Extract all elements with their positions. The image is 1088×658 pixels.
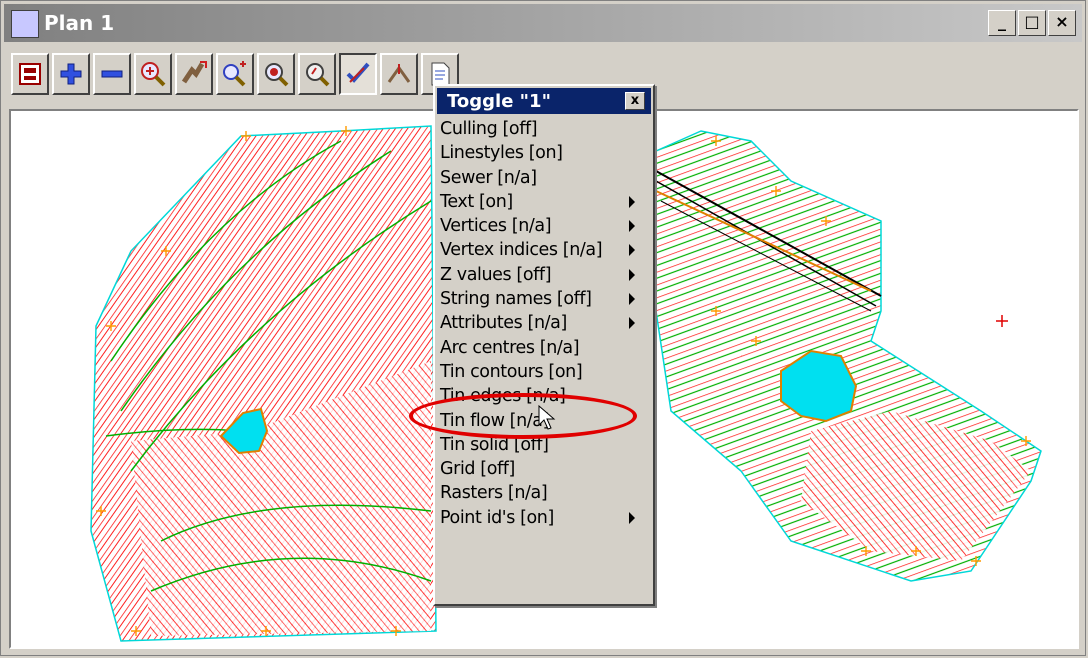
toggle-menu-item[interactable]: Tin contours [on] [437, 360, 651, 384]
toggle-menu-item[interactable]: Linestyles [on] [437, 141, 651, 165]
minimize-button[interactable]: _ [988, 10, 1016, 36]
toggle-menu-item[interactable]: Point id's [on] [437, 506, 651, 530]
mouse-cursor-icon [538, 405, 556, 430]
submenu-arrow-icon [629, 195, 635, 208]
zoom-window-button[interactable] [216, 53, 254, 95]
zoom-extent-icon [141, 62, 166, 87]
menu-item-label: Grid [off] [440, 459, 515, 480]
toggle-menu-item[interactable]: Sewer [n/a] [437, 166, 651, 190]
menu-item-label: String names [off] [440, 289, 592, 310]
menu-item-label: Z values [off] [440, 264, 552, 285]
plus-icon [60, 63, 82, 85]
magnifier-icon [306, 63, 330, 87]
toggle-menu-item[interactable]: Tin solid [off] [437, 433, 651, 457]
zoom-out-button[interactable] [93, 53, 131, 95]
toggle-menu-item[interactable]: Rasters [n/a] [437, 481, 651, 505]
toggle-menu-title: Toggle "1" [447, 91, 551, 112]
toggle-menu-item[interactable]: Vertex indices [n/a] [437, 238, 651, 262]
zoom-centre-button[interactable] [257, 53, 295, 95]
toggle-menu-item[interactable]: Culling [off] [437, 117, 651, 141]
minus-icon [101, 70, 123, 78]
toggle-menu-item[interactable]: Attributes [n/a] [437, 311, 651, 335]
close-button[interactable]: × [1048, 10, 1076, 36]
plan-settings-button[interactable] [11, 53, 49, 95]
title-bar[interactable]: Plan 1 _ □ × [4, 4, 1082, 42]
toggle-button[interactable] [339, 53, 377, 95]
zoom-search-button[interactable] [298, 53, 336, 95]
menu-item-label: Tin flow [n/a] [440, 410, 550, 431]
toggle-menu-item[interactable]: Z values [off] [437, 263, 651, 287]
submenu-arrow-icon [629, 511, 635, 524]
toggle-menu-titlebar[interactable]: Toggle "1" x [437, 88, 651, 114]
toggle-menu-item[interactable]: String names [off] [437, 287, 651, 311]
plan-window-icon[interactable] [11, 10, 39, 38]
menu-item-label: Text [on] [440, 191, 513, 212]
pan-button[interactable] [175, 53, 213, 95]
menu-item-label: Tin edges [n/a] [440, 386, 566, 407]
submenu-arrow-icon [629, 220, 635, 233]
menu-item-label: Arc centres [n/a] [440, 337, 580, 358]
menu-item-label: Vertex indices [n/a] [440, 240, 603, 261]
submenu-arrow-icon [629, 244, 635, 257]
toggle-menu: Toggle "1" x Culling [off] Linestyles [on… [433, 84, 655, 606]
zoom-extent-button[interactable] [134, 53, 172, 95]
menu-item-label: Vertices [n/a] [440, 216, 552, 237]
menu-item-label: Linestyles [on] [440, 143, 563, 164]
menu-item-label: Rasters [n/a] [440, 483, 548, 504]
menu-item-label: Point id's [on] [440, 507, 554, 528]
tracking-button[interactable] [380, 53, 418, 95]
toggle-menu-item[interactable]: Grid [off] [437, 457, 651, 481]
zoom-window-icon [223, 61, 246, 87]
toggle-menu-items: Culling [off] Linestyles [on] Sewer [n/a] T… [437, 117, 651, 530]
window-title: Plan 1 [44, 11, 115, 35]
layers-icon [19, 63, 41, 85]
toggle-menu-close-button[interactable]: x [625, 92, 645, 110]
toggle-menu-item[interactable]: Arc centres [n/a] [437, 336, 651, 360]
toggle-icon [346, 62, 370, 83]
menu-item-label: Sewer [n/a] [440, 167, 537, 188]
submenu-arrow-icon [629, 268, 635, 281]
toggle-menu-item[interactable]: Vertices [n/a] [437, 214, 651, 238]
menu-item-label: Attributes [n/a] [440, 313, 567, 334]
menu-item-label: Tin contours [on] [440, 361, 583, 382]
submenu-arrow-icon [629, 293, 635, 306]
zoom-in-button[interactable] [52, 53, 90, 95]
toggle-menu-item[interactable]: Text [on] [437, 190, 651, 214]
menu-item-label: Tin solid [off] [440, 434, 549, 455]
menu-item-label: Culling [off] [440, 119, 538, 139]
red-point-marker [996, 315, 1008, 327]
tracking-icon [387, 64, 411, 83]
maximize-button[interactable]: □ [1018, 10, 1046, 36]
zoom-centre-icon [265, 63, 289, 87]
submenu-arrow-icon [629, 317, 635, 330]
pan-hand-icon [181, 61, 207, 84]
plan-toolbar [11, 53, 459, 99]
